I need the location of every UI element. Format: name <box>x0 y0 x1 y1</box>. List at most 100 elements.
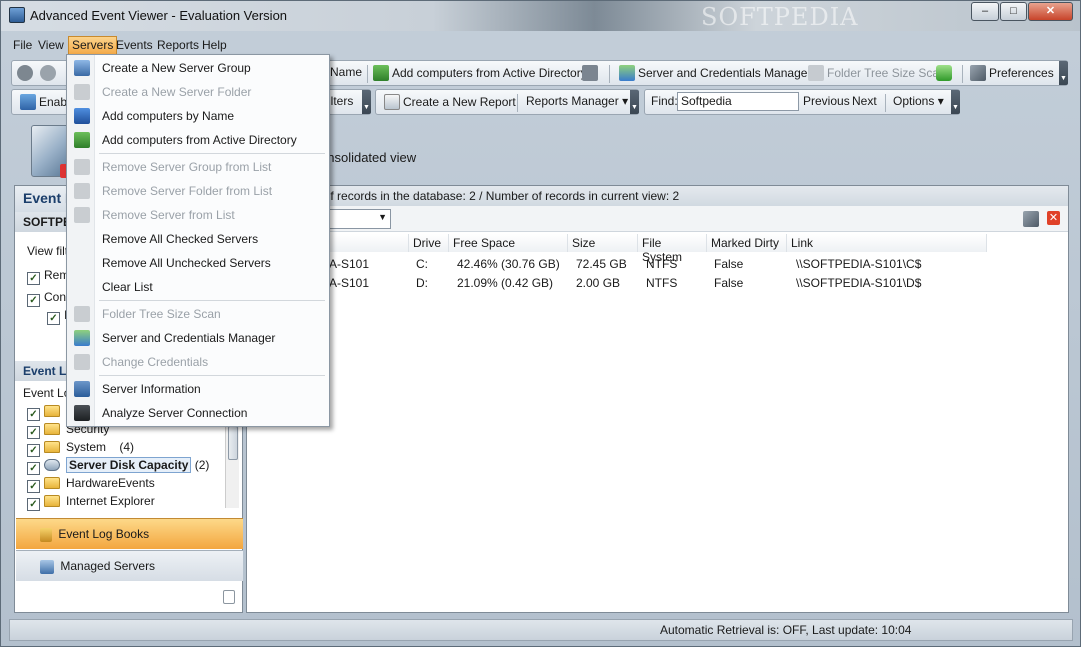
menu-item-add-from-ad[interactable]: Add computers from Active Directory <box>67 129 329 151</box>
menu-item-folder-scan[interactable]: Folder Tree Size Scan <box>67 303 329 325</box>
checkbox-icon: ✓ <box>27 294 40 307</box>
cell-dirty: False <box>714 257 744 271</box>
menu-view[interactable]: View <box>34 36 68 56</box>
col-size[interactable]: Size <box>568 234 638 252</box>
filters-label: ilters <box>328 94 354 108</box>
nav-event-log-books[interactable]: Event Log Books <box>16 518 243 549</box>
toolbar2b-overflow[interactable]: ▼ <box>630 90 639 114</box>
col-marked-dirty[interactable]: Marked Dirty <box>707 234 787 252</box>
tools-icon <box>970 65 986 81</box>
menu-item-change-credentials[interactable]: Change Credentials <box>67 351 329 373</box>
menu-item-remove-server-folder[interactable]: Remove Server Folder from List <box>67 180 329 202</box>
preferences-button[interactable]: Preferences <box>970 65 1054 81</box>
menu-item-label: Create a New Server Folder <box>102 85 252 99</box>
server-list-icon[interactable] <box>582 65 601 81</box>
checkbox-icon: ✓ <box>27 272 40 285</box>
menu-servers[interactable]: Servers <box>68 36 118 56</box>
col-drive[interactable]: Drive <box>409 234 449 252</box>
server-cred-manager-button[interactable]: Server and Credentials Manager <box>619 65 811 81</box>
network-icon <box>373 65 389 81</box>
toolbar1-overflow[interactable]: ▼ <box>1059 61 1068 85</box>
sub-checkbox[interactable]: ✓I <box>47 308 67 325</box>
col-free-space[interactable]: Free Space <box>449 234 568 252</box>
next-button[interactable]: Next <box>852 94 877 108</box>
menu-file[interactable]: File <box>9 36 36 56</box>
tree-item-hardware-events[interactable]: ✓ HardwareEvents <box>27 476 155 494</box>
menu-item-create-server-folder[interactable]: Create a New Server Folder <box>67 81 329 103</box>
reports-toolbar: Create a New Report Reports Manager ▾ ▼ <box>375 89 639 115</box>
preferences-label: Preferences <box>989 66 1054 80</box>
menu-item-server-information[interactable]: Server Information <box>67 378 329 400</box>
title-bar[interactable]: Advanced Event Viewer - Evaluation Versi… <box>1 1 1080 31</box>
menu-item-label: Server and Credentials Manager <box>102 331 276 345</box>
create-report-button[interactable]: Create a New Report <box>384 94 516 110</box>
credentials-icon <box>74 354 90 370</box>
menu-help[interactable]: Help <box>198 36 231 56</box>
tree-item-internet-explorer[interactable]: ✓ Internet Explorer <box>27 494 155 512</box>
cell-fs: NTFS <box>646 276 678 290</box>
clear-filter-icon[interactable] <box>1023 211 1039 227</box>
cell-free: 42.46% (30.76 GB) <box>457 257 560 271</box>
find-input[interactable]: Softpedia <box>677 92 799 111</box>
col-link[interactable]: Link <box>787 234 987 252</box>
main-panel: city: Number of records in the database:… <box>246 185 1069 613</box>
cell-drive: D: <box>416 276 428 290</box>
folder-icon <box>44 441 60 453</box>
close-view-icon[interactable]: ✕ <box>1047 211 1060 225</box>
cell-fs: NTFS <box>646 257 678 271</box>
minimize-button[interactable]: – <box>971 2 999 21</box>
menu-item-remove-server[interactable]: Remove Server from List <box>67 204 329 226</box>
checkbox-icon: ✓ <box>27 426 40 439</box>
menu-reports[interactable]: Reports <box>153 36 203 56</box>
folder-scan-button[interactable]: Folder Tree Size Scan <box>808 65 946 81</box>
nav-managed-servers[interactable]: Managed Servers <box>16 550 243 581</box>
panel-config-icon[interactable] <box>223 590 235 604</box>
menu-item-create-server-group[interactable]: Create a New Server Group <box>67 57 329 79</box>
menu-item-analyze-connection[interactable]: Analyze Server Connection <box>67 402 329 424</box>
status-bar: Automatic Retrieval is: OFF, Last update… <box>9 619 1073 641</box>
close-button[interactable]: ✕ <box>1028 2 1073 21</box>
menu-events[interactable]: Events <box>112 36 157 56</box>
refresh-icon[interactable] <box>936 65 955 81</box>
filters-button[interactable]: ilters <box>328 94 353 108</box>
cell-link: \\SOFTPEDIA-S101\C$ <box>796 257 922 271</box>
col-file-system[interactable]: File System <box>638 234 707 264</box>
add-by-name-label: Name <box>330 65 363 79</box>
checkbox-icon: ✓ <box>27 444 40 457</box>
network-icon <box>74 132 90 148</box>
menu-item-add-by-name[interactable]: Add computers by Name <box>67 105 329 127</box>
folder-icon <box>44 405 60 417</box>
folder-scan-icon <box>808 65 824 81</box>
add-by-name-button[interactable]: Name <box>330 65 362 79</box>
warning-icon[interactable] <box>40 65 59 81</box>
tree-count: (4) <box>119 440 135 454</box>
maximize-button[interactable]: □ <box>1000 2 1027 21</box>
menu-item-label: Analyze Server Connection <box>102 406 248 420</box>
scrollbar-thumb[interactable] <box>228 426 238 460</box>
menu-item-remove-checked[interactable]: Remove All Checked Servers <box>67 228 329 250</box>
menu-item-label: Server Information <box>102 382 201 396</box>
add-from-ad-button[interactable]: Add computers from Active Directory <box>373 65 587 81</box>
reports-manager-button[interactable]: Reports Manager ▾ <box>526 94 628 108</box>
toolbar2c-overflow[interactable]: ▼ <box>951 90 960 114</box>
info-icon <box>74 381 90 397</box>
chevron-down-icon: ▼ <box>378 212 387 222</box>
menu-item-remove-server-group[interactable]: Remove Server Group from List <box>67 156 329 178</box>
options-button[interactable]: Options ▾ <box>893 94 944 108</box>
records-info: city: Number of records in the database:… <box>247 186 1068 206</box>
menu-item-clear-list[interactable]: Clear List <box>67 276 329 298</box>
menu-item-remove-unchecked[interactable]: Remove All Unchecked Servers <box>67 252 329 274</box>
tree-item-server-disk-capacity[interactable]: ✓ Server Disk Capacity (2) <box>27 457 209 476</box>
toolbar2a-overflow[interactable]: ▼ <box>362 90 371 114</box>
nav-books-label: Event Log Books <box>58 527 150 541</box>
tree-label: Internet Explorer <box>66 494 155 508</box>
checkbox-icon: ✓ <box>27 408 40 421</box>
watermark: SOFTPEDIA <box>701 3 859 31</box>
tree-label: Server Disk Capacity <box>66 457 192 473</box>
stop-icon[interactable] <box>17 65 36 81</box>
checkbox-icon: ✓ <box>27 498 40 511</box>
menu-item-server-cred-manager[interactable]: Server and Credentials Manager <box>67 327 329 349</box>
cell-size: 72.45 GB <box>576 257 627 271</box>
previous-button[interactable]: Previous <box>803 94 850 108</box>
tree-item-system[interactable]: ✓ System (4) <box>27 440 134 458</box>
